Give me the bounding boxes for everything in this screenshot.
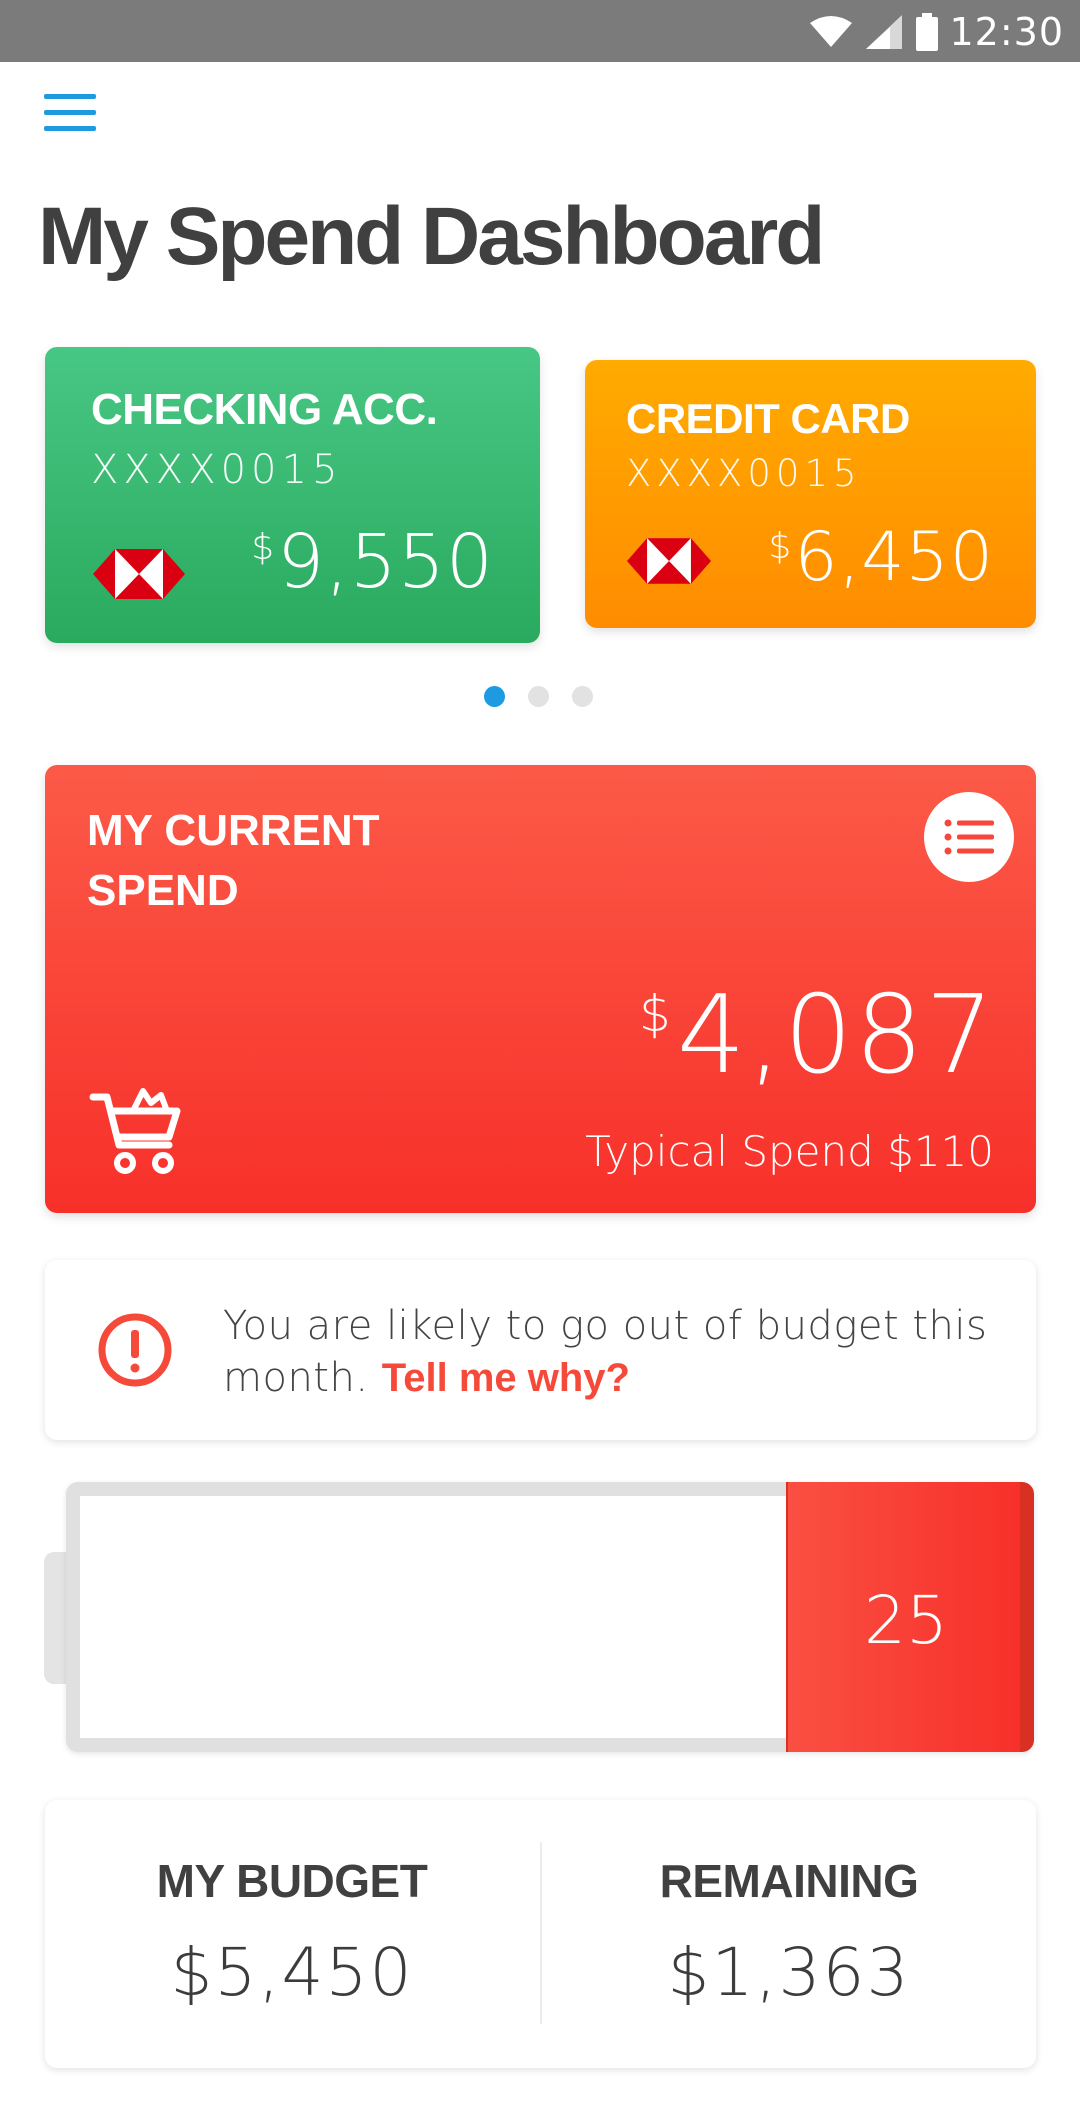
my-budget-section: MY BUDGET $5,450 xyxy=(45,1854,539,2011)
remaining-section: REMAINING $1,363 xyxy=(542,1854,1036,2011)
my-budget-label: MY BUDGET xyxy=(156,1855,428,1907)
current-spend-label: MY CURRENT SPEND xyxy=(87,806,380,915)
battery-status-icon xyxy=(916,13,938,51)
battery-terminal xyxy=(44,1552,68,1684)
account-number: XXXX0015 xyxy=(626,452,862,495)
checking-account-card[interactable]: CHECKING ACC. XXXX0015 $9,550 xyxy=(45,347,540,643)
remaining-value: $1,363 xyxy=(667,1934,911,2011)
list-icon xyxy=(944,819,994,855)
carousel-dot[interactable] xyxy=(484,686,505,707)
budget-battery-meter: 25 xyxy=(66,1482,1034,1752)
my-budget-value: $5,450 xyxy=(170,1934,414,2011)
status-bar: 12:30 xyxy=(0,0,1080,62)
menu-button[interactable] xyxy=(44,94,96,134)
current-spend-card[interactable]: MY CURRENT SPEND $4,087 Typical Spend $1… xyxy=(45,765,1036,1213)
transactions-list-button[interactable] xyxy=(924,792,1014,882)
account-number: XXXX0015 xyxy=(91,447,343,493)
carousel-dot[interactable] xyxy=(572,686,593,707)
account-name: CREDIT CARD xyxy=(626,395,910,442)
account-name: CHECKING ACC. xyxy=(91,385,438,434)
status-time: 12:30 xyxy=(949,10,1064,54)
alert-message: You are likely to go out of budget this … xyxy=(223,1303,988,1401)
hsbc-logo-icon xyxy=(627,538,711,584)
credit-card-card[interactable]: CREDIT CARD XXXX0015 $6,450 xyxy=(585,360,1036,628)
account-balance: $6,450 xyxy=(768,518,994,597)
hsbc-logo-icon xyxy=(93,549,185,599)
carousel-indicator xyxy=(484,686,593,707)
typical-spend: Typical Spend $110 xyxy=(585,1127,994,1176)
page-title: My Spend Dashboard xyxy=(38,191,825,282)
tell-me-why-link[interactable]: Tell me why? xyxy=(382,1356,630,1400)
budget-alert: You are likely to go out of budget this … xyxy=(45,1260,1036,1440)
alert-icon xyxy=(98,1313,172,1387)
carousel-dot[interactable] xyxy=(528,686,549,707)
signal-icon xyxy=(866,15,902,49)
battery-level: 25 xyxy=(864,1582,948,1659)
wifi-icon xyxy=(810,16,852,47)
hamburger-icon xyxy=(44,94,96,99)
current-spend-amount: $4,087 xyxy=(639,973,996,1098)
remaining-label: REMAINING xyxy=(659,1855,919,1907)
status-icons xyxy=(810,12,938,52)
shopping-cart-icon xyxy=(89,1088,181,1174)
budget-summary-card: MY BUDGET $5,450 REMAINING $1,363 xyxy=(45,1800,1036,2068)
account-balance: $9,550 xyxy=(251,519,494,605)
